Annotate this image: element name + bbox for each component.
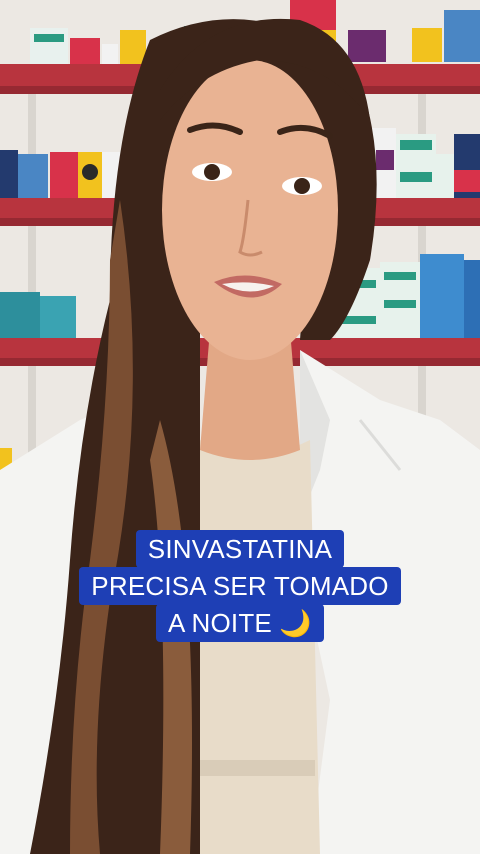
caption-line-3-text: A NOITE [168, 608, 272, 638]
moon-icon: 🌙 [279, 608, 312, 638]
face [162, 60, 338, 360]
sweater [190, 440, 320, 854]
video-frame: SINVASTATINA PRECISA SER TOMADO A NOITE … [0, 0, 480, 854]
caption-line-2: PRECISA SER TOMADO [79, 567, 401, 605]
caption-line-1: SINVASTATINA [135, 530, 345, 568]
caption: SINVASTATINA PRECISA SER TOMADO A NOITE … [0, 530, 480, 642]
caption-line-3: A NOITE 🌙 [156, 604, 324, 642]
pharmacy-background [0, 0, 480, 854]
